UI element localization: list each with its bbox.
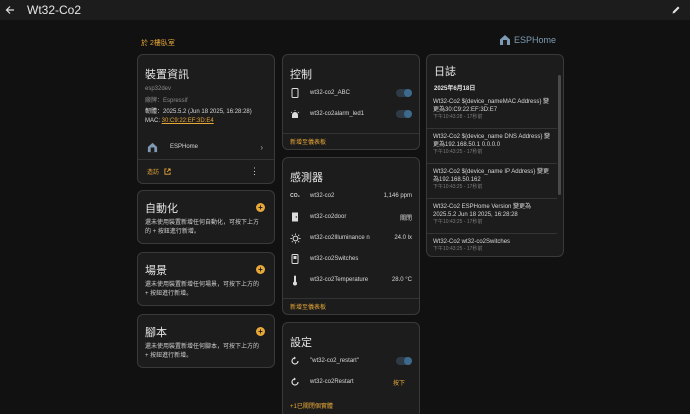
- config-row[interactable]: wt32-co2Restart 按下: [283, 375, 419, 389]
- device-mac: MAC: 30:C9:22:EF:3D:E4: [145, 118, 214, 124]
- sensor-row[interactable]: wt32-co2Temperature 28.0 °C: [283, 273, 419, 287]
- log-entry-text: Wt32-Co2 ${device_name DNS Address} 變更為1…: [433, 134, 551, 148]
- controls-add-to-dashboard[interactable]: 新增至儀表板: [283, 133, 419, 149]
- disabled-entities-link[interactable]: +1已關閉個實體: [290, 401, 333, 410]
- control-name: wt32-co2alarm_led1: [310, 111, 365, 117]
- page-title: Wt32-Co2: [27, 3, 82, 17]
- phone-icon: [288, 86, 302, 100]
- log-entry-text: Wt32-Co2 ${device_nameMAC Address} 變更為30…: [433, 99, 550, 113]
- log-entry-time: 下午10:43:25 - 17秒前: [433, 219, 483, 225]
- back-arrow-icon[interactable]: [0, 0, 20, 20]
- controls-title: 控制: [290, 69, 312, 81]
- area-link[interactable]: 於 2樓臥室: [141, 38, 175, 48]
- toggle-switch[interactable]: [396, 89, 412, 97]
- visit-link[interactable]: 造訪: [147, 167, 159, 176]
- log-entry-time: 下午10:43:28 - 17秒前: [433, 114, 483, 120]
- logbook-date: 2025年6月18日: [434, 86, 476, 92]
- more-vert-icon[interactable]: ⋮: [250, 166, 259, 177]
- controls-card: 控制 wt32-co2_ABC wt32-co2alarm_led1 新增至儀表…: [282, 54, 420, 150]
- alarm-light-icon: [288, 107, 302, 121]
- sensors-add-to-dashboard[interactable]: 新增至儀表板: [283, 298, 419, 314]
- script-title: 腳本: [145, 327, 167, 339]
- control-row[interactable]: wt32-co2_ABC: [283, 86, 419, 100]
- sensor-row[interactable]: wt32-co2Switches: [283, 252, 419, 266]
- integration-row[interactable]: ESPHome ›: [138, 137, 274, 157]
- config-name: wt32-co2Restart: [310, 379, 354, 385]
- toggle-switch[interactable]: [396, 110, 412, 118]
- restart-icon: [288, 354, 302, 368]
- device-info-card: 裝置資訊 esp32dev 廠牌：Espressif 韌體：2025.5.2 (…: [137, 54, 275, 184]
- chevron-right-icon: ›: [260, 142, 263, 152]
- sensor-value: 1,146 ppm: [383, 193, 412, 199]
- scene-desc: 還未使用裝置新增任何場景，可按下上方的 + 按鈕進行新增。: [145, 282, 260, 297]
- sensors-card: 感測器 CO₂ wt32-co2 1,146 ppm wt32-co2door …: [282, 157, 420, 315]
- config-row[interactable]: "wt32-co2_restart": [283, 354, 419, 368]
- log-entry-time: 下午10:43:25 - 17秒前: [433, 246, 483, 252]
- door-icon: [288, 210, 302, 224]
- automation-card: 自動化 + 還未使用裝置新增任何自動化，可按下上方的 + 按鈕進行新增。: [137, 190, 275, 244]
- device-info-title: 裝置資訊: [145, 69, 189, 81]
- log-entry[interactable]: Wt32-Co2 wt32-co2Switches 下午10:43:25 - 1…: [427, 234, 557, 256]
- esphome-wordmark: ESPHome: [514, 35, 557, 45]
- mac-label: MAC:: [145, 118, 160, 124]
- co2-icon: CO₂: [290, 193, 300, 199]
- control-row[interactable]: wt32-co2alarm_led1: [283, 107, 419, 121]
- pencil-icon[interactable]: [669, 3, 683, 17]
- config-title: 設定: [290, 337, 312, 349]
- add-scene-button[interactable]: +: [256, 265, 265, 274]
- press-button[interactable]: 按下: [393, 378, 405, 387]
- log-entry[interactable]: Wt32-Co2 ESPHome Version 變更為 2025.5.2 Ju…: [427, 199, 557, 234]
- mac-value[interactable]: 30:C9:22:EF:3D:E4: [162, 118, 214, 124]
- switch-icon: [288, 252, 302, 266]
- config-card: 設定 "wt32-co2_restart" wt32-co2Restart 按下…: [282, 322, 420, 414]
- logbook-scrollbar[interactable]: [558, 75, 561, 195]
- sensor-name: wt32-co2door: [310, 214, 347, 220]
- logbook-title: 日誌: [434, 66, 456, 78]
- log-entry-time: 下午10:43:25 - 17秒前: [433, 184, 483, 190]
- sensor-row[interactable]: CO₂ wt32-co2 1,146 ppm: [283, 189, 419, 203]
- automation-desc: 還未使用裝置新增任何自動化，可按下上方的 + 按鈕進行新增。: [145, 220, 260, 235]
- sensor-value: 24.0 lx: [394, 235, 412, 241]
- add-script-button[interactable]: +: [256, 327, 265, 336]
- log-entry-text: Wt32-Co2 ESPHome Version 變更為 2025.5.2 Ju…: [433, 204, 532, 218]
- device-model: esp32dev: [145, 86, 172, 92]
- device-firmware: 韌體：2025.5.2 (Jun 18 2025, 16:28:28): [145, 109, 252, 115]
- add-automation-button[interactable]: +: [256, 203, 265, 212]
- top-app-bar: Wt32-Co2: [0, 0, 690, 20]
- logbook-card: 日誌 2025年6月18日 Wt32-Co2 ${device_nameMAC …: [426, 54, 564, 257]
- script-card: 腳本 + 還未使用裝置新增任何腳本，可按下上方的 + 按鈕進行新增。: [137, 314, 275, 368]
- sensor-row[interactable]: wt32-co2Illuminance n 24.0 lx: [283, 231, 419, 245]
- thermometer-icon: [288, 273, 302, 287]
- log-entry-text: Wt32-Co2 wt32-co2Switches: [433, 239, 511, 245]
- esphome-house-icon: [147, 142, 158, 152]
- sensor-name: wt32-co2Illuminance n: [310, 235, 370, 241]
- sensor-value: 關閉: [399, 215, 412, 222]
- esphome-house-icon: [500, 35, 510, 45]
- toggle-switch[interactable]: [396, 357, 412, 365]
- esphome-logo: ESPHome: [499, 34, 556, 46]
- sensor-value: 28.0 °C: [391, 277, 412, 283]
- log-entry-text: Wt32-Co2 ${device_name IP Address} 變更為19…: [433, 169, 549, 183]
- integration-name: ESPHome: [170, 144, 199, 150]
- sensor-name: wt32-co2Switches: [310, 256, 359, 262]
- device-manufacturer: 廠牌：Espressif: [145, 98, 188, 104]
- sensors-title: 感測器: [290, 172, 323, 184]
- device-info-footer: 造訪 ⋮: [138, 159, 274, 183]
- sensor-row[interactable]: wt32-co2door 關閉: [283, 210, 419, 224]
- log-entry[interactable]: Wt32-Co2 ${device_name IP Address} 變更為19…: [427, 164, 557, 199]
- control-name: wt32-co2_ABC: [310, 90, 351, 96]
- scene-card: 場景 + 還未使用裝置新增任何場景，可按下上方的 + 按鈕進行新增。: [137, 252, 275, 306]
- external-link-icon[interactable]: [164, 168, 171, 175]
- sensor-name: wt32-co2: [310, 193, 335, 199]
- config-name: "wt32-co2_restart": [310, 358, 359, 364]
- log-entry[interactable]: Wt32-Co2 ${device_name DNS Address} 變更為1…: [427, 129, 557, 164]
- log-entry[interactable]: Wt32-Co2 ${device_nameMAC Address} 變更為30…: [427, 94, 557, 129]
- scene-title: 場景: [145, 265, 167, 277]
- sensor-name: wt32-co2Temperature: [310, 277, 369, 283]
- brightness-icon: [288, 231, 302, 245]
- script-desc: 還未使用裝置新增任何腳本，可按下上方的 + 按鈕進行新增。: [145, 344, 260, 359]
- log-entry-time: 下午10:43:25 - 17秒前: [433, 149, 483, 155]
- restart-icon: [288, 375, 302, 389]
- automation-title: 自動化: [145, 203, 178, 215]
